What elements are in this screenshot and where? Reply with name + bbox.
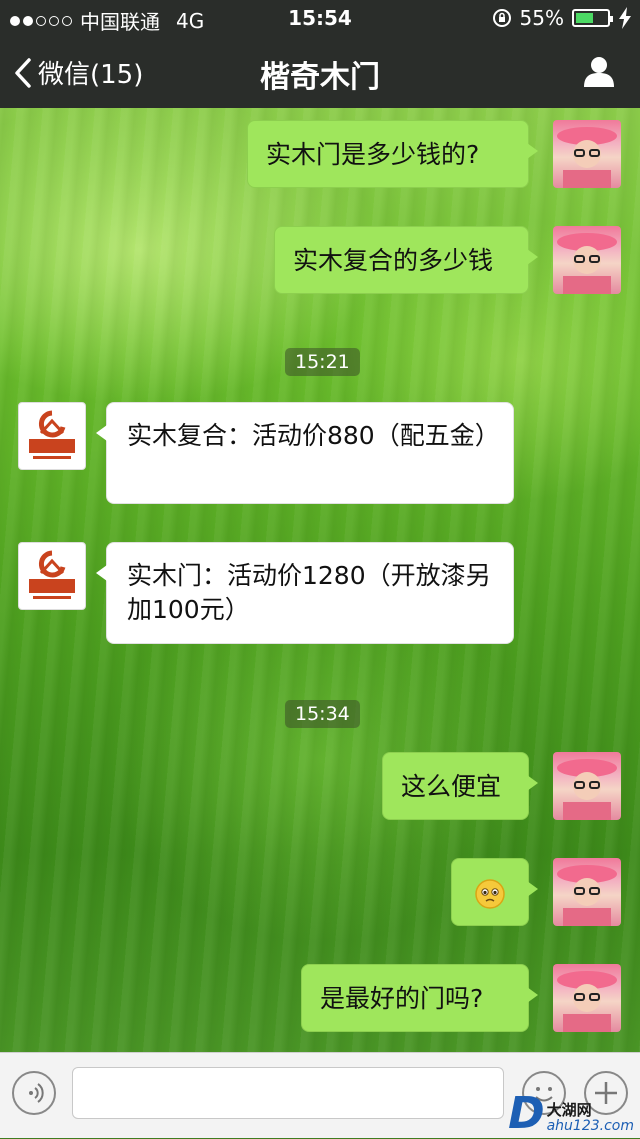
watermark-logo-letter: D <box>508 1088 545 1139</box>
navigation-bar: 微信(15) 楷奇木门 <box>0 36 640 108</box>
message-text-input[interactable] <box>72 1067 504 1119</box>
outgoing-message[interactable]: 实木复合的多少钱 <box>274 226 538 294</box>
watermark-text: 大湖网 ahu123.com <box>547 1102 634 1134</box>
user-avatar[interactable] <box>553 226 621 294</box>
outgoing-message[interactable]: 这么便宜 <box>382 752 538 820</box>
back-button-label: 微信(15) <box>38 60 144 90</box>
chevron-left-icon <box>15 57 31 88</box>
timestamp-divider: 15:34 <box>285 700 360 728</box>
user-avatar[interactable] <box>553 858 621 926</box>
user-photo-icon <box>557 233 617 294</box>
shop-avatar[interactable] <box>18 542 86 610</box>
battery-percentage: 55% <box>519 6 564 30</box>
shop-avatar[interactable] <box>18 402 86 470</box>
outgoing-emoji-message[interactable] <box>451 858 538 926</box>
incoming-message[interactable]: 实木复合：活动价880（配五金） <box>96 402 514 504</box>
battery-fill <box>576 13 593 23</box>
battery-tip <box>610 16 613 22</box>
watermark-url: ahu123.com <box>546 1118 634 1134</box>
incoming-message[interactable]: 实木门：活动价1280（开放漆另加100元） <box>96 542 514 644</box>
voice-input-button[interactable] <box>12 1071 56 1115</box>
watermark-brand: 大湖网 <box>546 1101 592 1119</box>
battery-icon <box>572 9 613 27</box>
status-right: 55% <box>492 6 632 30</box>
voice-wave-icon <box>29 1083 44 1103</box>
person-icon[interactable] <box>582 54 616 88</box>
outgoing-message[interactable]: 是最好的门吗? <box>301 964 538 1032</box>
pleading-face-emoji-icon <box>475 879 505 909</box>
timestamp-divider: 15:21 <box>285 348 360 376</box>
outgoing-message[interactable]: 实木门是多少钱的? <box>247 120 538 188</box>
user-photo-icon <box>557 127 617 188</box>
user-avatar[interactable] <box>553 752 621 820</box>
site-watermark: D 大湖网 ahu123.com <box>508 1088 634 1139</box>
message-input-bar: D 大湖网 ahu123.com <box>0 1052 640 1138</box>
charging-bolt-icon <box>619 7 631 29</box>
message-list: 实木门是多少钱的? 实木复合的多少钱 15:21 实木复合：活动价880（配五金… <box>0 108 640 1052</box>
user-photo-icon <box>557 971 617 1032</box>
back-button[interactable]: 微信(15) <box>14 54 143 91</box>
user-photo-icon <box>557 759 617 820</box>
user-avatar[interactable] <box>553 964 621 1032</box>
status-bar: 中国联通 4G 15:54 55% <box>0 0 640 36</box>
user-photo-icon <box>557 865 617 926</box>
shop-logo-icon <box>29 550 75 599</box>
shop-logo-icon <box>29 410 75 459</box>
rotation-lock-icon <box>492 9 511 27</box>
user-avatar[interactable] <box>553 120 621 188</box>
